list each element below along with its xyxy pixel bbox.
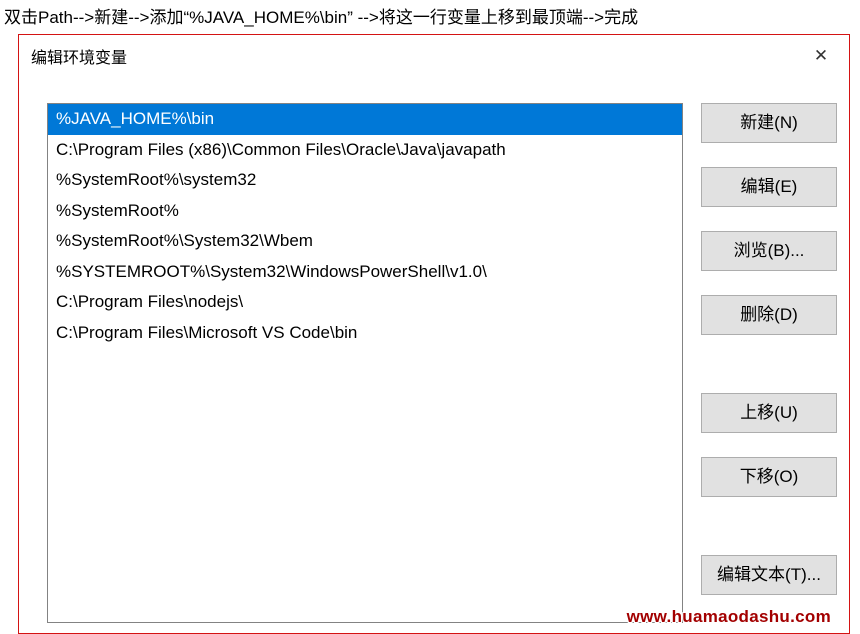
list-item[interactable]: %SystemRoot%\system32 bbox=[48, 165, 682, 196]
list-item[interactable]: %SystemRoot% bbox=[48, 196, 682, 227]
close-button[interactable]: ✕ bbox=[799, 40, 843, 72]
edit-text-button[interactable]: 编辑文本(T)... bbox=[701, 555, 837, 595]
close-icon: ✕ bbox=[814, 46, 828, 66]
instruction-caption: 双击Path-->新建-->添加“%JAVA_HOME%\bin” -->将这一… bbox=[0, 0, 860, 32]
window-title: 编辑环境变量 bbox=[31, 44, 127, 68]
list-item[interactable]: %SYSTEMROOT%\System32\WindowsPowerShell\… bbox=[48, 257, 682, 288]
list-item[interactable]: %JAVA_HOME%\bin bbox=[48, 104, 682, 135]
move-up-button[interactable]: 上移(U) bbox=[701, 393, 837, 433]
button-column: 新建(N) 编辑(E) 浏览(B)... 删除(D) 上移(U) 下移(O) 编… bbox=[701, 103, 837, 595]
dialog-body: %JAVA_HOME%\bin C:\Program Files (x86)\C… bbox=[47, 103, 839, 633]
path-entries-listbox[interactable]: %JAVA_HOME%\bin C:\Program Files (x86)\C… bbox=[47, 103, 683, 623]
browse-button[interactable]: 浏览(B)... bbox=[701, 231, 837, 271]
titlebar: 编辑环境变量 ✕ bbox=[19, 35, 849, 77]
edit-button[interactable]: 编辑(E) bbox=[701, 167, 837, 207]
new-button[interactable]: 新建(N) bbox=[701, 103, 837, 143]
list-item[interactable]: C:\Program Files (x86)\Common Files\Orac… bbox=[48, 135, 682, 166]
list-item[interactable]: C:\Program Files\Microsoft VS Code\bin bbox=[48, 318, 682, 349]
list-item[interactable]: %SystemRoot%\System32\Wbem bbox=[48, 226, 682, 257]
edit-environment-variable-dialog: 编辑环境变量 ✕ %JAVA_HOME%\bin C:\Program File… bbox=[18, 34, 850, 634]
delete-button[interactable]: 删除(D) bbox=[701, 295, 837, 335]
list-item[interactable]: C:\Program Files\nodejs\ bbox=[48, 287, 682, 318]
move-down-button[interactable]: 下移(O) bbox=[701, 457, 837, 497]
